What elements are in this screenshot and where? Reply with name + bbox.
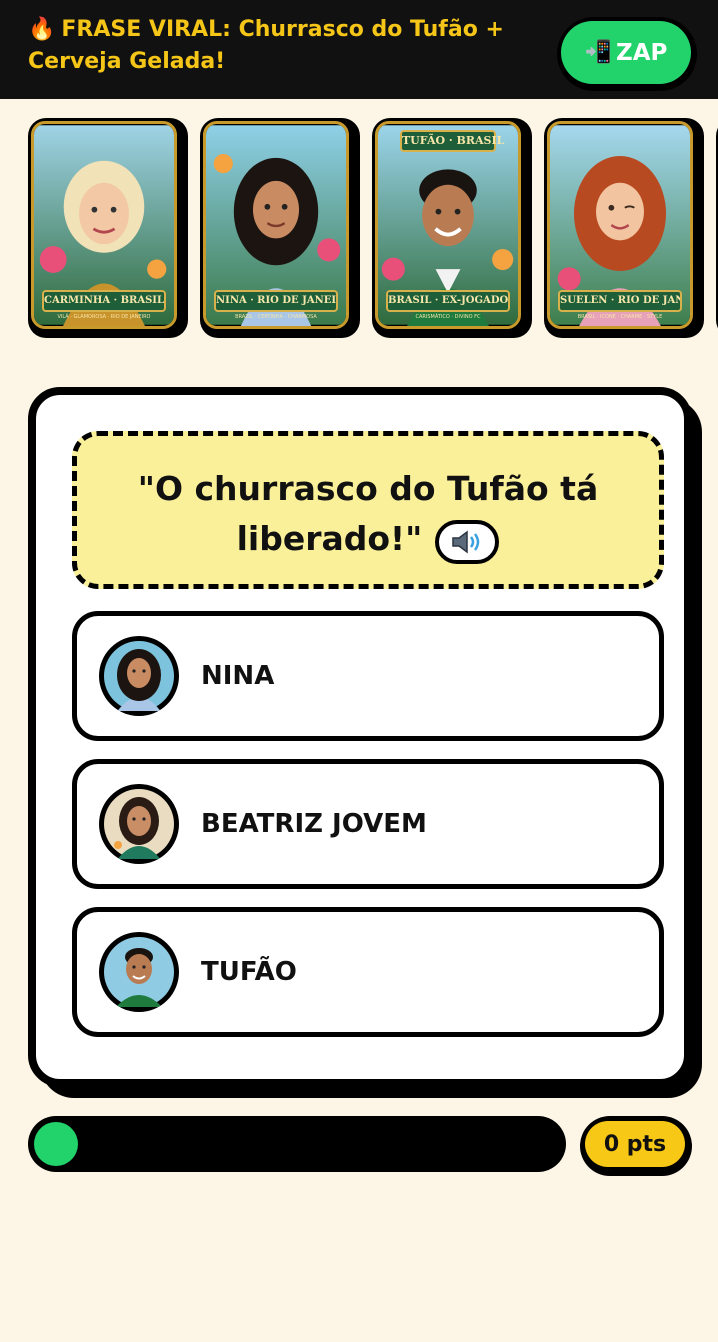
card-subtitle: CARISMÁTICO · DIVINO FC: [415, 314, 481, 320]
score-badge: 0 pts: [580, 1116, 692, 1176]
fire-icon: 🔥: [28, 17, 56, 42]
tufao-avatar-image: [104, 937, 174, 1007]
quiz-panel: "O churrasco do Tufão tá liberado!" NINA…: [28, 387, 692, 1087]
answer-option-nina[interactable]: NINA: [72, 611, 664, 741]
speaker-icon: [452, 530, 480, 553]
character-card[interactable]: CARMINHA · BRASIL VILÃ · GLAMOROSA · RIO…: [28, 118, 188, 338]
page-title: 🔥 FRASE VIRAL: Churrasco do Tufão + Cerve…: [28, 14, 588, 78]
character-card-image: NINA · RIO DE JANEIRO BRAZIL · CERTINHA …: [203, 121, 349, 329]
card-name-banner: CARMINHA · BRASIL: [42, 290, 166, 312]
avatar: [99, 784, 179, 864]
option-label: BEATRIZ JOVEM: [201, 809, 427, 839]
phrase-box: "O churrasco do Tufão tá liberado!": [72, 431, 664, 589]
avatar: [99, 636, 179, 716]
character-card[interactable]: SUELEN · RIO DE JANEIRO BRASIL · ICONE ·…: [544, 118, 704, 338]
phrase-text-line-2: liberado!": [236, 519, 423, 558]
top-bar: 🔥 FRASE VIRAL: Churrasco do Tufão + Cerve…: [0, 0, 718, 99]
play-audio-button[interactable]: [435, 519, 500, 564]
zap-share-button-face[interactable]: 📲 ZAP: [561, 21, 691, 84]
character-cards-carousel[interactable]: CARMINHA · BRASIL VILÃ · GLAMOROSA · RIO…: [28, 118, 718, 348]
beatriz-avatar-image: [104, 789, 174, 859]
card-name-banner: SUELEN · RIO DE JANEIRO: [558, 290, 682, 312]
card-subtitle: VILÃ · GLAMOROSA · RIO DE JANEIRO: [57, 314, 151, 320]
zap-share-button[interactable]: 📲 ZAP: [557, 17, 697, 91]
card-subtitle: BRAZIL · CERTINHA · CHARMOSA: [235, 314, 317, 320]
answer-option-tufao[interactable]: TUFÃO: [72, 907, 664, 1037]
card-name-banner: BRASIL · EX-JOGADOR: [386, 290, 510, 312]
option-label: NINA: [201, 661, 275, 691]
zap-label: ZAP: [616, 39, 668, 66]
character-card-image: SUELEN · RIO DE JANEIRO BRASIL · ICONE ·…: [547, 121, 693, 329]
progress-bar: [28, 1116, 566, 1172]
answer-option-beatriz-jovem[interactable]: BEATRIZ JOVEM: [72, 759, 664, 889]
phrase-text-line-1: "O churrasco do Tufão tá: [137, 469, 599, 508]
title-text: FRASE VIRAL: Churrasco do Tufão + Cervej…: [28, 17, 504, 74]
nina-avatar-image: [104, 641, 174, 711]
score-badge-face: 0 pts: [585, 1121, 685, 1167]
character-card-image: CARMINHA · BRASIL VILÃ · GLAMOROSA · RIO…: [31, 121, 177, 329]
avatar: [99, 932, 179, 1012]
character-card[interactable]: TUFÃO · BRASIL BRASIL · EX-JOGADOR CARIS…: [372, 118, 532, 338]
score-label: 0 pts: [603, 1131, 667, 1157]
character-card-image: TUFÃO · BRASIL BRASIL · EX-JOGADOR CARIS…: [375, 121, 521, 329]
card-subtitle: BRASIL · ICONE · CHARME · STYLE: [577, 314, 663, 320]
phone-arrow-icon: 📲: [584, 40, 613, 65]
card-name-banner: NINA · RIO DE JANEIRO: [214, 290, 338, 312]
option-label: TUFÃO: [201, 957, 297, 987]
character-card[interactable]: NINA · RIO DE JANEIRO BRAZIL · CERTINHA …: [200, 118, 360, 338]
progress-bar-fill: [34, 1122, 78, 1166]
card-top-banner: TUFÃO · BRASIL: [400, 130, 504, 152]
